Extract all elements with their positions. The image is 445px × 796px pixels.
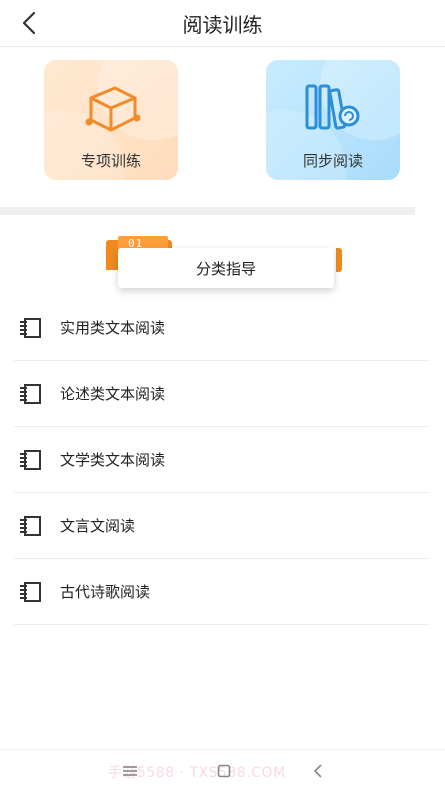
book-icon <box>18 514 44 538</box>
list-item-label: 论述类文本阅读 <box>60 385 166 403</box>
page-title: 阅读训练 <box>182 13 263 37</box>
book-icon <box>18 382 44 406</box>
menu-icon <box>123 766 137 776</box>
list-item-label: 文言文阅读 <box>60 517 136 535</box>
list-item-label: 实用类文本阅读 <box>60 319 166 337</box>
list-item-classical-chinese[interactable]: 文言文阅读 <box>14 493 430 559</box>
card-label: 同步阅读 <box>302 152 363 170</box>
special-training-card[interactable]: 专项训练 <box>44 60 178 180</box>
card-label: 专项训练 <box>80 152 141 170</box>
books-icon <box>266 80 400 136</box>
list-item-practical-text[interactable]: 实用类文本阅读 <box>14 295 430 361</box>
book-icon <box>18 448 44 472</box>
list-item-label: 古代诗歌阅读 <box>60 583 151 601</box>
list-item-literary-text[interactable]: 文学类文本阅读 <box>14 427 430 493</box>
book-icon <box>18 580 44 604</box>
list-item-ancient-poetry[interactable]: 古代诗歌阅读 <box>14 559 430 625</box>
list-item-label: 文学类文本阅读 <box>60 451 166 469</box>
menu-nav-button[interactable] <box>118 760 142 782</box>
list-item-argumentative-text[interactable]: 论述类文本阅读 <box>14 361 430 427</box>
sync-reading-card[interactable]: 同步阅读 <box>266 60 400 180</box>
square-icon <box>217 764 231 778</box>
back-nav-button[interactable] <box>306 760 330 782</box>
book-icon <box>18 316 44 340</box>
category-list: 实用类文本阅读 论述类文本阅读 文学类文本阅读 文言文阅读 古代诗歌阅读 <box>14 295 430 625</box>
section-title: 分类指导 <box>195 259 256 278</box>
section-divider <box>0 207 415 215</box>
section-header: 01 分类指导 <box>104 236 342 294</box>
home-nav-button[interactable] <box>212 760 236 782</box>
cube-icon <box>44 80 178 136</box>
app-header: 阅读训练 <box>0 0 445 47</box>
chevron-left-icon <box>313 764 322 778</box>
